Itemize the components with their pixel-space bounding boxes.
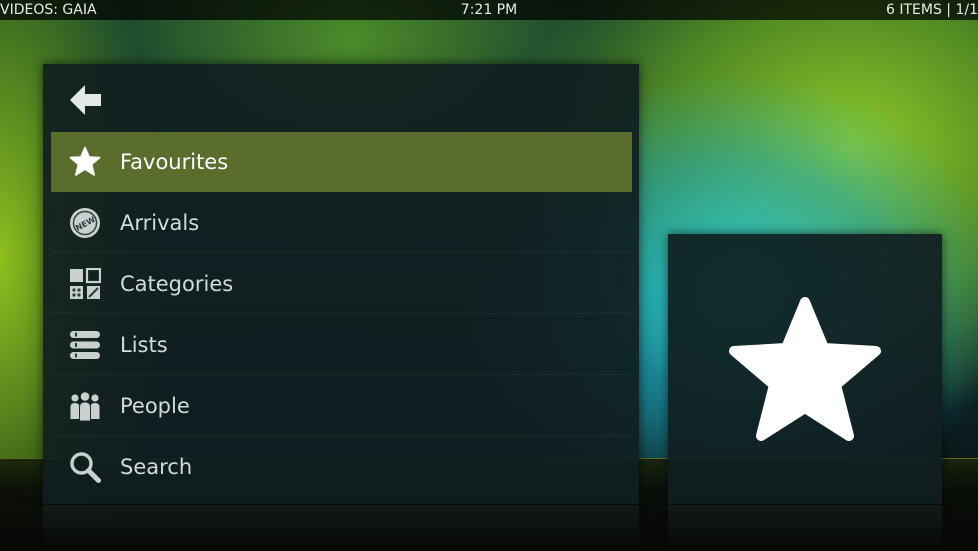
clock: 7:21 PM — [460, 2, 518, 18]
menu-item-label: Favourites — [120, 150, 229, 174]
list-icon — [70, 331, 100, 359]
item-count: 6 ITEMS | 1/1 — [886, 2, 978, 18]
top-bar: VIDEOS: GAIA 7:21 PM 6 ITEMS | 1/1 — [0, 0, 978, 20]
menu-item-categories[interactable]: Categories — [51, 254, 632, 314]
back-arrow-icon — [70, 85, 101, 115]
menu-item-label: Search — [120, 455, 193, 479]
back-button[interactable] — [51, 69, 632, 131]
menu-item-arrivals[interactable]: NEW Arrivals — [51, 193, 632, 253]
menu-item-people[interactable]: People — [51, 376, 632, 436]
star-icon — [69, 146, 101, 176]
categories-grid-icon — [70, 268, 101, 299]
menu-item-label: Lists — [120, 333, 168, 357]
menu-item-label: Categories — [120, 272, 234, 296]
people-icon — [70, 392, 100, 422]
search-icon — [70, 452, 101, 483]
preview-panel-reflection — [668, 505, 942, 550]
new-badge-icon: NEW — [70, 208, 100, 238]
menu-item-label: People — [120, 394, 190, 418]
menu-item-label: Arrivals — [120, 211, 200, 235]
star-icon — [729, 297, 881, 441]
menu-item-favourites[interactable]: Favourites — [51, 132, 632, 192]
menu-panel-reflection — [43, 505, 639, 550]
menu-item-lists[interactable]: Lists — [51, 315, 632, 375]
menu-item-search[interactable]: Search — [51, 437, 632, 497]
